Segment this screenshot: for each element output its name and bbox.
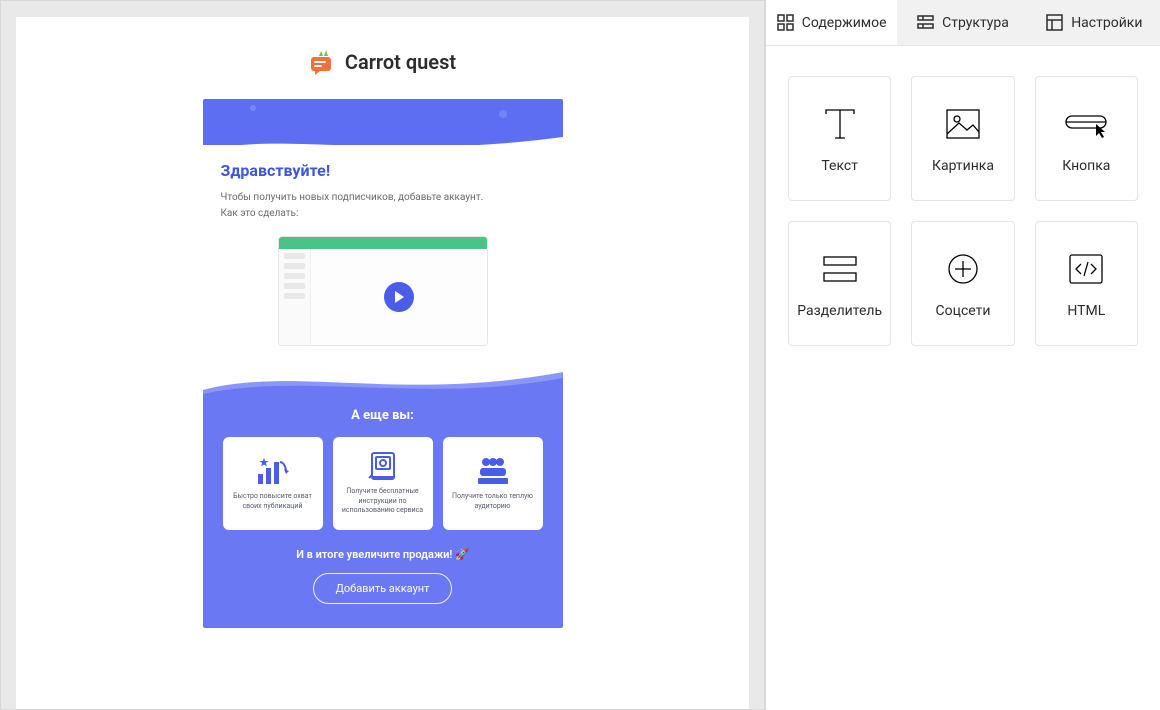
email-page: Carrot quest Здравствуйте! Чтобы получит… [16, 17, 749, 709]
block-text[interactable]: Текст [788, 76, 891, 201]
sidebar-tabs: Содержимое Структура Настройки [766, 0, 1160, 46]
block-label: HTML [1067, 303, 1105, 319]
brand-logo-icon [309, 49, 335, 75]
divider-icon [818, 249, 862, 289]
greeting-heading: Здравствуйте! [221, 161, 545, 180]
image-icon [941, 104, 985, 144]
content-section-top: Здравствуйте! Чтобы получить новых подпи… [203, 145, 563, 362]
also-heading: А еще вы: [221, 408, 545, 423]
sidebar: Содержимое Структура Настройки Текст [765, 0, 1160, 710]
tab-structure[interactable]: Структура [897, 0, 1028, 45]
feature-card: Получите бесплатные инструкции по исполь… [333, 437, 433, 530]
content-blocks-grid: Текст Картинка Кнопка [766, 46, 1160, 376]
feature-cards: Быстро повысите охват своих публикаций П… [221, 437, 545, 530]
tab-label: Структура [942, 15, 1009, 31]
tagline: И в итоге увеличите продажи! 🚀 [221, 548, 545, 561]
canvas-area: Carrot quest Здравствуйте! Чтобы получит… [0, 0, 765, 710]
grid-icon [777, 14, 794, 31]
feature-text: Получите бесплатные инструкции по исполь… [339, 487, 427, 515]
block-social[interactable]: Соцсети [911, 221, 1014, 346]
brand-name: Carrot quest [345, 50, 456, 74]
block-label: Разделитель [797, 303, 882, 319]
tab-settings[interactable]: Настройки [1029, 0, 1160, 45]
chart-growth-icon [256, 456, 290, 486]
text-icon [818, 104, 862, 144]
block-label: Соцсети [936, 303, 991, 319]
cta-button[interactable]: Добавить аккаунт [313, 573, 453, 604]
block-divider[interactable]: Разделитель [788, 221, 891, 346]
email-template[interactable]: Здравствуйте! Чтобы получить новых подпи… [203, 99, 563, 628]
content-section-bottom: А еще вы: [203, 398, 563, 628]
code-icon [1064, 249, 1108, 289]
feature-text: Быстро повысите охват своих публикаций [229, 492, 317, 511]
social-plus-icon [941, 249, 985, 289]
block-label: Кнопка [1062, 158, 1110, 174]
block-button[interactable]: Кнопка [1035, 76, 1138, 201]
body-line-2: Как это сделать: [221, 206, 545, 222]
button-icon [1064, 104, 1108, 144]
block-html[interactable]: HTML [1035, 221, 1138, 346]
block-label: Текст [821, 158, 858, 174]
tab-content[interactable]: Содержимое [766, 0, 897, 45]
video-preview[interactable] [278, 236, 488, 346]
brand: Carrot quest [309, 17, 456, 99]
feature-text: Получите только теплую аудиторию [449, 492, 537, 511]
block-label: Картинка [932, 158, 994, 174]
tab-label: Настройки [1071, 15, 1142, 31]
audience-icon [476, 456, 510, 486]
play-icon[interactable] [384, 282, 414, 312]
block-image[interactable]: Картинка [911, 76, 1014, 201]
tab-label: Содержимое [802, 15, 887, 31]
feature-card: Получите только теплую аудиторию [443, 437, 543, 530]
layout-icon [1046, 14, 1063, 31]
feature-card: Быстро повысите охват своих публикаций [223, 437, 323, 530]
body-line-1: Чтобы получить новых подписчиков, добавь… [221, 190, 545, 206]
rows-icon [917, 14, 934, 31]
document-icon [366, 451, 400, 481]
